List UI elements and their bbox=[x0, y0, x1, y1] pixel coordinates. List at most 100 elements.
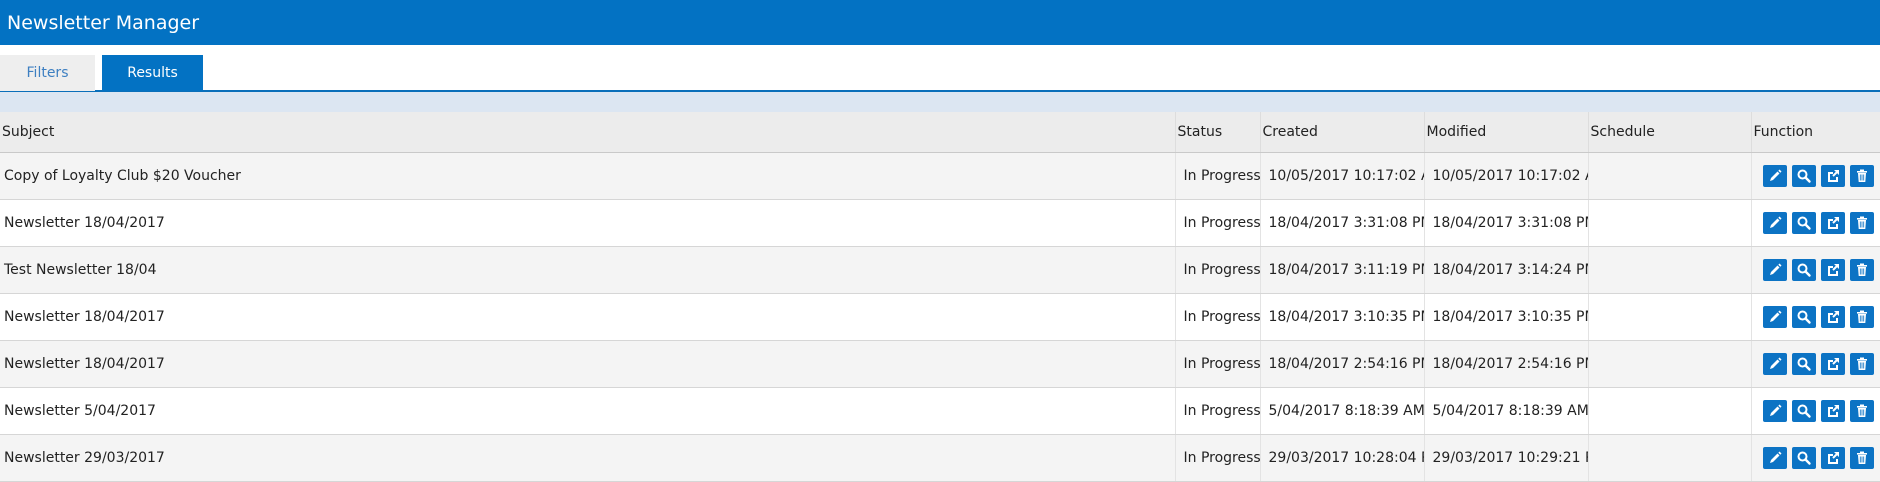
column-header-subject[interactable]: Subject bbox=[0, 112, 1175, 153]
row-actions bbox=[1752, 353, 1880, 375]
cell-function bbox=[1751, 153, 1880, 200]
cell-schedule bbox=[1588, 200, 1751, 247]
column-header-function: Function bbox=[1751, 112, 1880, 153]
export-button[interactable] bbox=[1821, 306, 1845, 328]
preview-button[interactable] bbox=[1792, 447, 1816, 469]
cell-function bbox=[1751, 341, 1880, 388]
cell-status: In Progress bbox=[1175, 388, 1260, 435]
cell-schedule bbox=[1588, 388, 1751, 435]
pencil-icon bbox=[1767, 262, 1783, 278]
tab-filters[interactable]: Filters bbox=[0, 55, 95, 91]
preview-button[interactable] bbox=[1792, 212, 1816, 234]
delete-button[interactable] bbox=[1850, 447, 1874, 469]
edit-button[interactable] bbox=[1763, 400, 1787, 422]
cell-created: 18/04/2017 3:11:19 PM bbox=[1260, 247, 1424, 294]
cell-modified: 18/04/2017 3:31:08 PM bbox=[1424, 200, 1588, 247]
cell-schedule bbox=[1588, 153, 1751, 200]
app-title-bar: Newsletter Manager bbox=[0, 0, 1880, 45]
export-button[interactable] bbox=[1821, 259, 1845, 281]
trash-icon bbox=[1854, 262, 1870, 278]
edit-button[interactable] bbox=[1763, 447, 1787, 469]
export-button[interactable] bbox=[1821, 165, 1845, 187]
cell-function bbox=[1751, 294, 1880, 341]
trash-icon bbox=[1854, 309, 1870, 325]
magnifier-icon bbox=[1796, 403, 1812, 419]
magnifier-icon bbox=[1796, 215, 1812, 231]
row-actions bbox=[1752, 165, 1880, 187]
cell-subject: Newsletter 29/03/2017 bbox=[0, 435, 1175, 482]
column-header-schedule[interactable]: Schedule bbox=[1588, 112, 1751, 153]
cell-created: 29/03/2017 10:28:04 PM bbox=[1260, 435, 1424, 482]
cell-status: In Progress bbox=[1175, 341, 1260, 388]
export-button[interactable] bbox=[1821, 400, 1845, 422]
cell-created: 18/04/2017 3:31:08 PM bbox=[1260, 200, 1424, 247]
cell-status: In Progress bbox=[1175, 294, 1260, 341]
trash-icon bbox=[1854, 215, 1870, 231]
delete-button[interactable] bbox=[1850, 165, 1874, 187]
cell-schedule bbox=[1588, 294, 1751, 341]
cell-schedule bbox=[1588, 247, 1751, 294]
cell-created: 5/04/2017 8:18:39 AM bbox=[1260, 388, 1424, 435]
table-row[interactable]: Newsletter 29/03/2017In Progress29/03/20… bbox=[0, 435, 1880, 482]
pencil-icon bbox=[1767, 215, 1783, 231]
preview-button[interactable] bbox=[1792, 306, 1816, 328]
share-icon bbox=[1825, 403, 1841, 419]
table-row[interactable]: Newsletter 18/04/2017In Progress18/04/20… bbox=[0, 341, 1880, 388]
table-row[interactable]: Copy of Loyalty Club $20 VoucherIn Progr… bbox=[0, 153, 1880, 200]
cell-subject: Test Newsletter 18/04 bbox=[0, 247, 1175, 294]
delete-button[interactable] bbox=[1850, 306, 1874, 328]
pencil-icon bbox=[1767, 168, 1783, 184]
edit-button[interactable] bbox=[1763, 212, 1787, 234]
cell-modified: 18/04/2017 3:14:24 PM bbox=[1424, 247, 1588, 294]
cell-modified: 29/03/2017 10:29:21 PM bbox=[1424, 435, 1588, 482]
preview-button[interactable] bbox=[1792, 400, 1816, 422]
cell-modified: 10/05/2017 10:17:02 AM bbox=[1424, 153, 1588, 200]
share-icon bbox=[1825, 215, 1841, 231]
table-row[interactable]: Test Newsletter 18/04In Progress18/04/20… bbox=[0, 247, 1880, 294]
cell-modified: 18/04/2017 2:54:16 PM bbox=[1424, 341, 1588, 388]
toolbar-strip bbox=[0, 92, 1880, 112]
trash-icon bbox=[1854, 356, 1870, 372]
export-button[interactable] bbox=[1821, 212, 1845, 234]
trash-icon bbox=[1854, 168, 1870, 184]
row-actions bbox=[1752, 447, 1880, 469]
row-actions bbox=[1752, 400, 1880, 422]
results-table: Subject Status Created Modified Schedule… bbox=[0, 112, 1880, 482]
table-row[interactable]: Newsletter 18/04/2017In Progress18/04/20… bbox=[0, 294, 1880, 341]
column-header-status[interactable]: Status bbox=[1175, 112, 1260, 153]
table-row[interactable]: Newsletter 5/04/2017In Progress5/04/2017… bbox=[0, 388, 1880, 435]
cell-status: In Progress bbox=[1175, 200, 1260, 247]
export-button[interactable] bbox=[1821, 353, 1845, 375]
edit-button[interactable] bbox=[1763, 306, 1787, 328]
table-row[interactable]: Newsletter 18/04/2017In Progress18/04/20… bbox=[0, 200, 1880, 247]
cell-created: 10/05/2017 10:17:02 AM bbox=[1260, 153, 1424, 200]
cell-schedule bbox=[1588, 341, 1751, 388]
magnifier-icon bbox=[1796, 356, 1812, 372]
column-header-created[interactable]: Created bbox=[1260, 112, 1424, 153]
cell-status: In Progress bbox=[1175, 247, 1260, 294]
preview-button[interactable] bbox=[1792, 259, 1816, 281]
pencil-icon bbox=[1767, 309, 1783, 325]
delete-button[interactable] bbox=[1850, 353, 1874, 375]
trash-icon bbox=[1854, 450, 1870, 466]
delete-button[interactable] bbox=[1850, 259, 1874, 281]
magnifier-icon bbox=[1796, 450, 1812, 466]
column-header-modified[interactable]: Modified bbox=[1424, 112, 1588, 153]
share-icon bbox=[1825, 450, 1841, 466]
pencil-icon bbox=[1767, 450, 1783, 466]
delete-button[interactable] bbox=[1850, 212, 1874, 234]
cell-subject: Newsletter 5/04/2017 bbox=[0, 388, 1175, 435]
tab-results[interactable]: Results bbox=[102, 55, 203, 91]
preview-button[interactable] bbox=[1792, 353, 1816, 375]
cell-created: 18/04/2017 3:10:35 PM bbox=[1260, 294, 1424, 341]
edit-button[interactable] bbox=[1763, 259, 1787, 281]
cell-modified: 5/04/2017 8:18:39 AM bbox=[1424, 388, 1588, 435]
preview-button[interactable] bbox=[1792, 165, 1816, 187]
delete-button[interactable] bbox=[1850, 400, 1874, 422]
export-button[interactable] bbox=[1821, 447, 1845, 469]
edit-button[interactable] bbox=[1763, 353, 1787, 375]
table-body: Copy of Loyalty Club $20 VoucherIn Progr… bbox=[0, 153, 1880, 482]
app-title: Newsletter Manager bbox=[7, 12, 199, 34]
edit-button[interactable] bbox=[1763, 165, 1787, 187]
share-icon bbox=[1825, 356, 1841, 372]
